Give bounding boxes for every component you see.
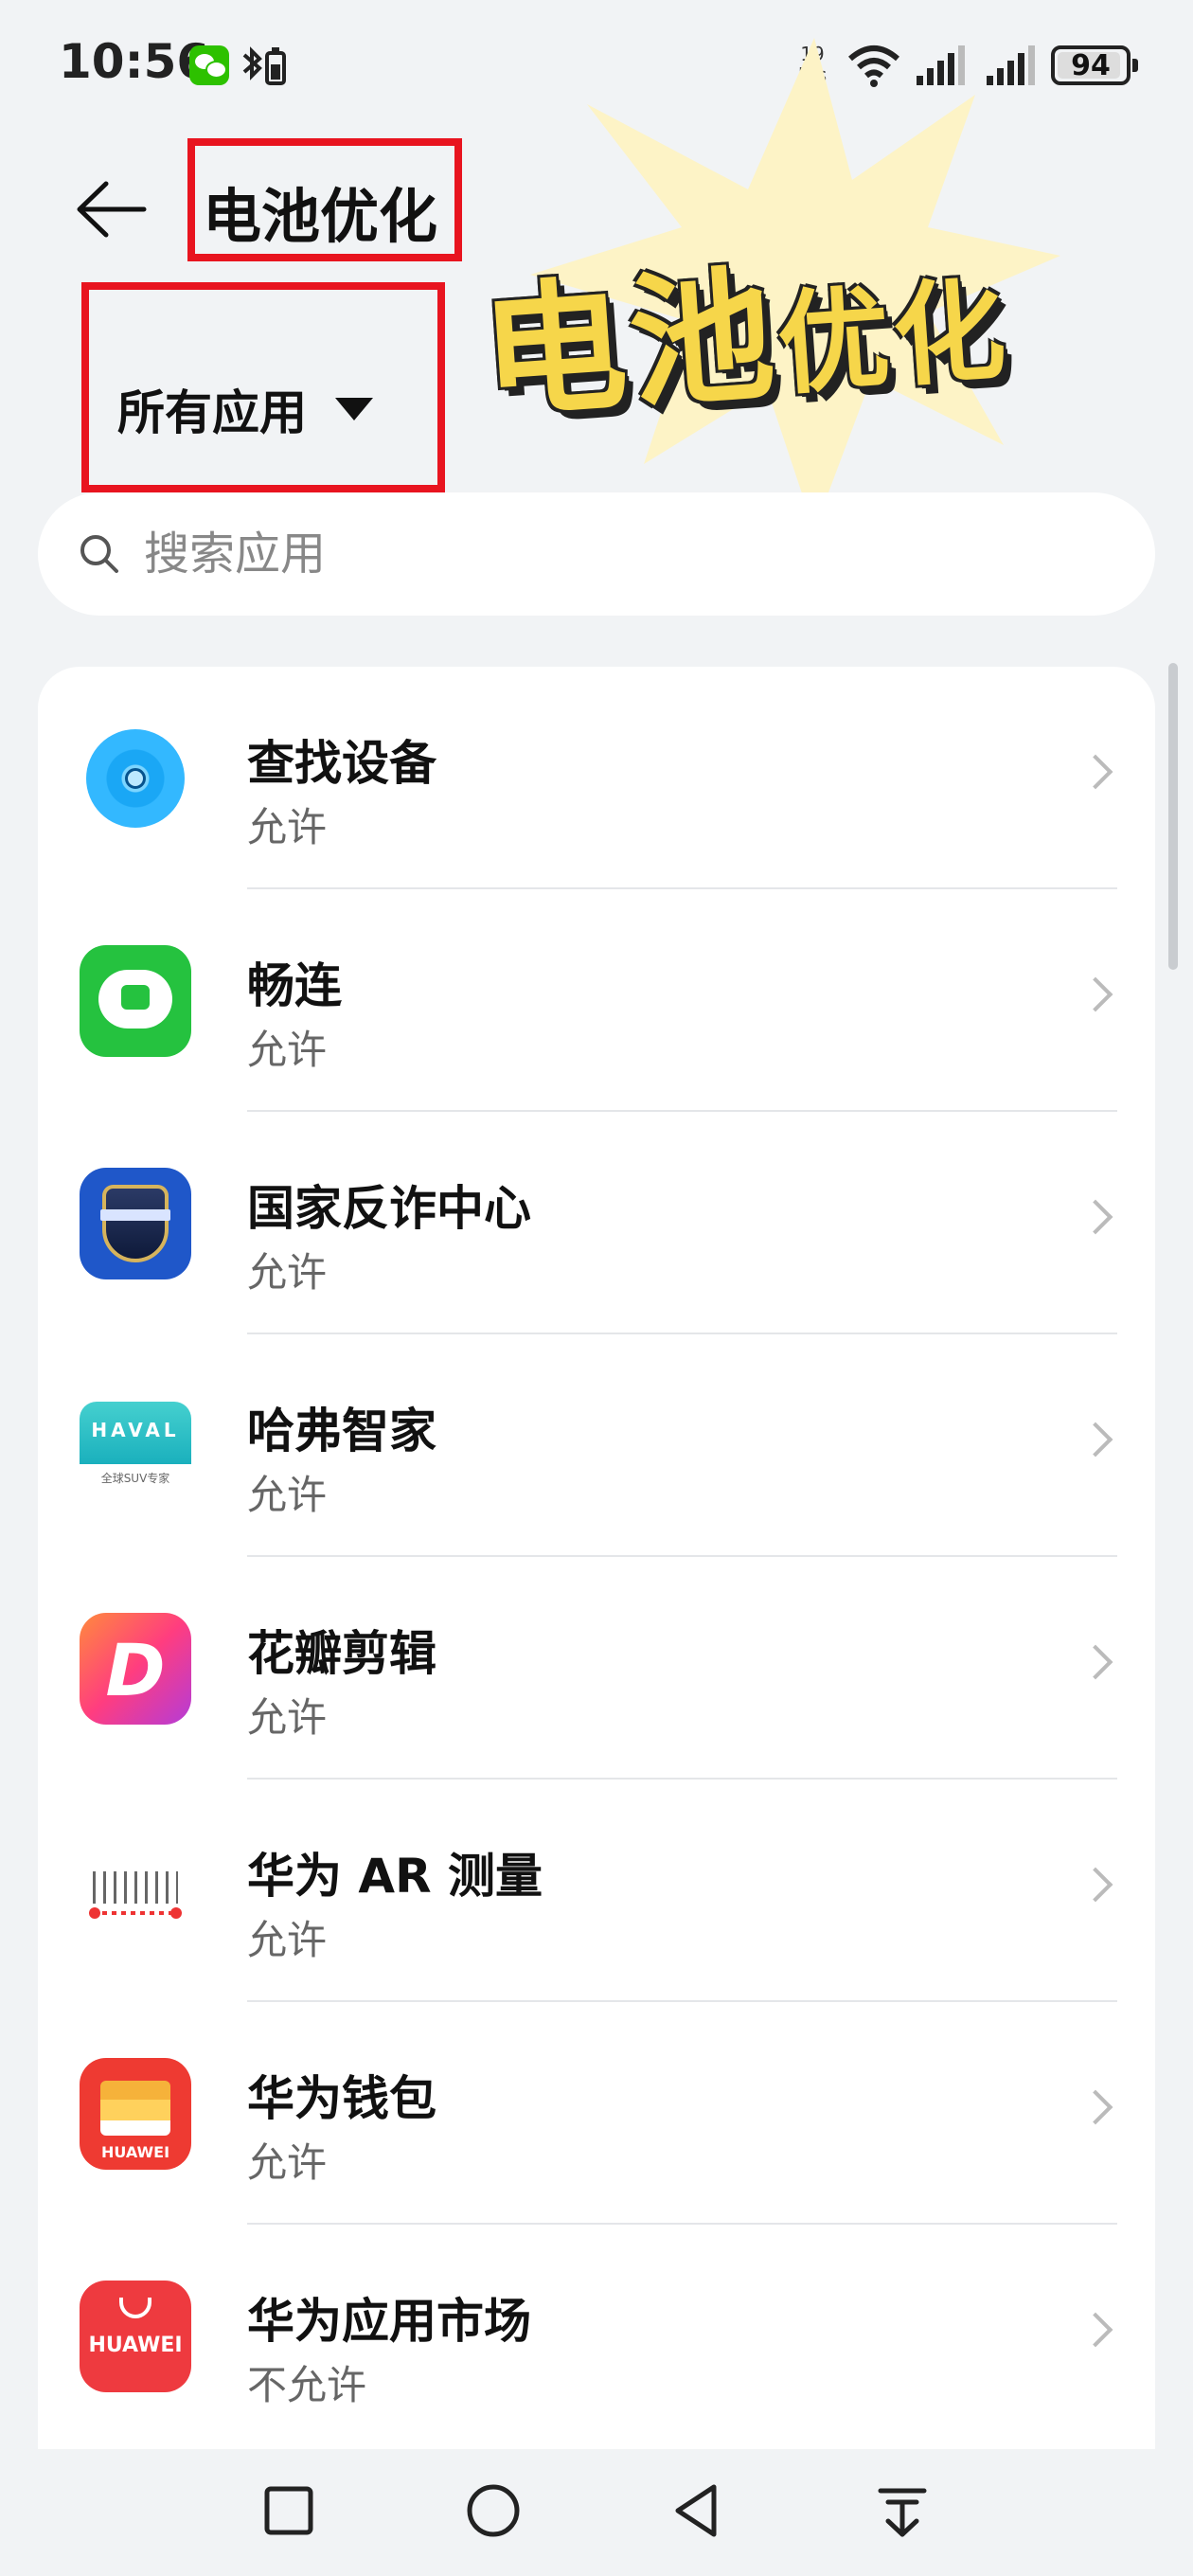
app-status: 允许 — [247, 2139, 328, 2186]
find-device-icon — [80, 723, 191, 834]
title-highlight-box — [187, 138, 462, 261]
list-item-anti-fraud[interactable]: 国家反诈中心 允许 — [38, 1112, 1155, 1334]
navigation-bar — [0, 2449, 1193, 2576]
list-item-haval[interactable]: HAVAL 全球SUV专家 哈弗智家 允许 — [38, 1334, 1155, 1557]
burst-title-big: 电池 — [476, 250, 784, 439]
app-status: 允许 — [247, 804, 328, 850]
notification-pull-button[interactable] — [869, 2478, 935, 2544]
chevron-right-icon — [1077, 754, 1113, 790]
chevron-right-icon — [1077, 1422, 1113, 1458]
ar-measure-icon — [80, 1835, 191, 1947]
burst-title-small: 优化 — [773, 263, 1013, 411]
app-name: 哈弗智家 — [247, 1404, 436, 1458]
app-name: 国家反诈中心 — [247, 1181, 531, 1236]
wallet-icon-brand: HUAWEI — [100, 2143, 170, 2161]
scrollbar[interactable] — [1168, 663, 1178, 970]
status-time: 10:56 — [59, 34, 210, 89]
filter-highlight-box — [81, 282, 445, 492]
list-item-changlian[interactable]: 畅连 允许 — [38, 889, 1155, 1112]
back-nav-button[interactable] — [665, 2478, 731, 2544]
search-box[interactable] — [38, 492, 1155, 616]
app-status: 允许 — [247, 1694, 328, 1741]
back-button[interactable] — [74, 176, 150, 242]
list-item-huawei-wallet[interactable]: HUAWEI 华为钱包 允许 — [38, 2002, 1155, 2225]
app-status: 允许 — [247, 1027, 328, 1073]
app-name: 畅连 — [247, 958, 342, 1013]
search-icon — [80, 535, 118, 573]
chevron-right-icon — [1077, 1644, 1113, 1680]
app-name: 华为应用市场 — [247, 2294, 531, 2349]
search-input[interactable] — [144, 528, 996, 581]
chevron-right-icon — [1077, 1867, 1113, 1903]
battery-level: 94 — [1071, 48, 1111, 82]
changlian-icon — [80, 945, 191, 1057]
burst-title: 电池优化 — [474, 202, 1014, 446]
wallet-icon: HUAWEI — [80, 2058, 191, 2170]
list-item-petal-clip[interactable]: D 花瓣剪辑 允许 — [38, 1557, 1155, 1780]
app-name: 华为钱包 — [247, 2071, 436, 2126]
haval-icon-subtext: 全球SUV专家 — [100, 1472, 170, 1485]
petal-clip-icon: D — [80, 1613, 191, 1725]
battery-tip — [1132, 59, 1138, 72]
app-gallery-icon: HUAWEI — [80, 2281, 191, 2392]
recents-button[interactable] — [256, 2478, 322, 2544]
app-status: 允许 — [247, 1917, 328, 1963]
app-name: 查找设备 — [247, 736, 436, 791]
wechat-icon — [189, 45, 229, 85]
list-item-ar-measure[interactable]: 华为 AR 测量 允许 — [38, 1780, 1155, 2002]
app-name: 花瓣剪辑 — [247, 1626, 436, 1681]
anti-fraud-icon — [80, 1168, 191, 1279]
home-button[interactable] — [460, 2478, 526, 2544]
app-status: 允许 — [247, 1472, 328, 1518]
petal-icon-letter: D — [105, 1628, 166, 1712]
app-list: 查找设备 允许 畅连 允许 国家反诈中心 允许 HAVAL 全球SUV专家 哈弗… — [38, 667, 1155, 2466]
chevron-right-icon — [1077, 976, 1113, 1012]
app-status: 允许 — [247, 1249, 328, 1296]
list-item-find-device[interactable]: 查找设备 允许 — [38, 667, 1155, 889]
chevron-right-icon — [1077, 1199, 1113, 1235]
haval-icon-text: HAVAL — [91, 1419, 180, 1441]
chevron-right-icon — [1077, 2312, 1113, 2348]
chevron-right-icon — [1077, 2089, 1113, 2125]
app-name: 华为 AR 测量 — [247, 1849, 543, 1904]
list-item-app-gallery[interactable]: HUAWEI 华为应用市场 不允许 — [38, 2225, 1155, 2447]
haval-icon: HAVAL 全球SUV专家 — [80, 1390, 191, 1502]
app-status: 不允许 — [247, 2362, 367, 2408]
app-gallery-icon-brand: HUAWEI — [88, 2334, 183, 2357]
bluetooth-icon — [242, 46, 286, 85]
battery-icon: 94 — [1051, 45, 1138, 85]
